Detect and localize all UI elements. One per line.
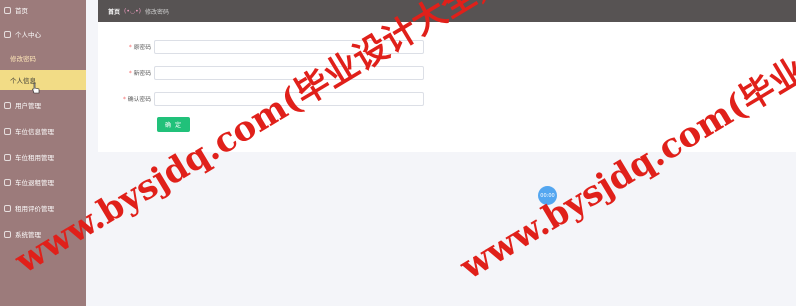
users-icon	[4, 101, 11, 109]
confirm-password-label: * 确认密码	[123, 97, 151, 103]
sidebar-item-label: 用户管理	[15, 102, 41, 110]
sidebar-item-parking-rent[interactable]: 车位租用管理	[0, 147, 86, 167]
old-password-row: * 原密码	[98, 39, 424, 54]
new-password-label: * 新密码	[128, 71, 151, 77]
sidebar-item-label: 车位退租管理	[15, 179, 54, 187]
sidebar-item-label: 租用评价管理	[15, 205, 54, 213]
sidebar-item-parking-info[interactable]: 车位信息管理	[0, 121, 86, 141]
confirm-password-field[interactable]	[154, 91, 424, 106]
breadcrumb-decoration: (•◡•)	[124, 7, 142, 15]
sidebar-item-label: 个人中心	[15, 31, 41, 39]
password-form: * 原密码 * 新密码 * 确认密码 确 定	[98, 22, 796, 152]
breadcrumb-current: 修改密码	[145, 8, 170, 16]
sidebar-item-parking-return[interactable]: 车位退租管理	[0, 172, 86, 192]
breadcrumb: 首页 (•◡•) 修改密码	[98, 0, 796, 22]
return-icon	[4, 178, 11, 186]
rent-icon	[4, 153, 11, 161]
settings-icon	[4, 230, 11, 238]
old-password-label: * 原密码	[128, 45, 151, 51]
sidebar-item-label: 车位信息管理	[15, 128, 54, 136]
parking-icon	[4, 127, 11, 135]
sidebar-item-rent-review[interactable]: 租用评价管理	[0, 198, 86, 218]
submit-button[interactable]: 确 定	[157, 117, 190, 132]
old-password-field[interactable]	[154, 39, 424, 54]
main-content: 首页 (•◡•) 修改密码 * 原密码 * 新密码 * 确认密码 确 定 00:…	[86, 0, 796, 306]
sidebar-subitem-personal-info[interactable]: 个人信息	[0, 70, 86, 90]
floating-indicator[interactable]: 00:00	[538, 186, 557, 205]
sidebar-item-system-management[interactable]: 系统管理	[0, 224, 86, 244]
hand-cursor-icon	[32, 82, 40, 94]
sidebar-item-label: 车位租用管理	[15, 154, 54, 162]
confirm-password-row: * 确认密码	[98, 91, 424, 106]
comment-icon	[4, 204, 11, 212]
sidebar-item-label: 首页	[15, 7, 28, 15]
sidebar-item-user-management[interactable]: 用户管理	[0, 95, 86, 115]
sidebar: 首页 个人中心 修改密码 个人信息 用户管理 车位信息管理 车位租用管理 车位退…	[0, 0, 86, 306]
sidebar-item-personal-center[interactable]: 个人中心	[0, 24, 86, 44]
sidebar-item-label: 系统管理	[15, 231, 41, 239]
breadcrumb-home[interactable]: 首页	[108, 7, 120, 16]
sidebar-item-label: 修改密码	[10, 55, 36, 63]
sidebar-item-home[interactable]: 首页	[0, 0, 86, 20]
new-password-row: * 新密码	[98, 65, 424, 80]
sidebar-subitem-change-password[interactable]: 修改密码	[0, 48, 86, 68]
new-password-field[interactable]	[154, 65, 424, 80]
user-icon	[4, 30, 11, 38]
home-icon	[4, 6, 11, 14]
